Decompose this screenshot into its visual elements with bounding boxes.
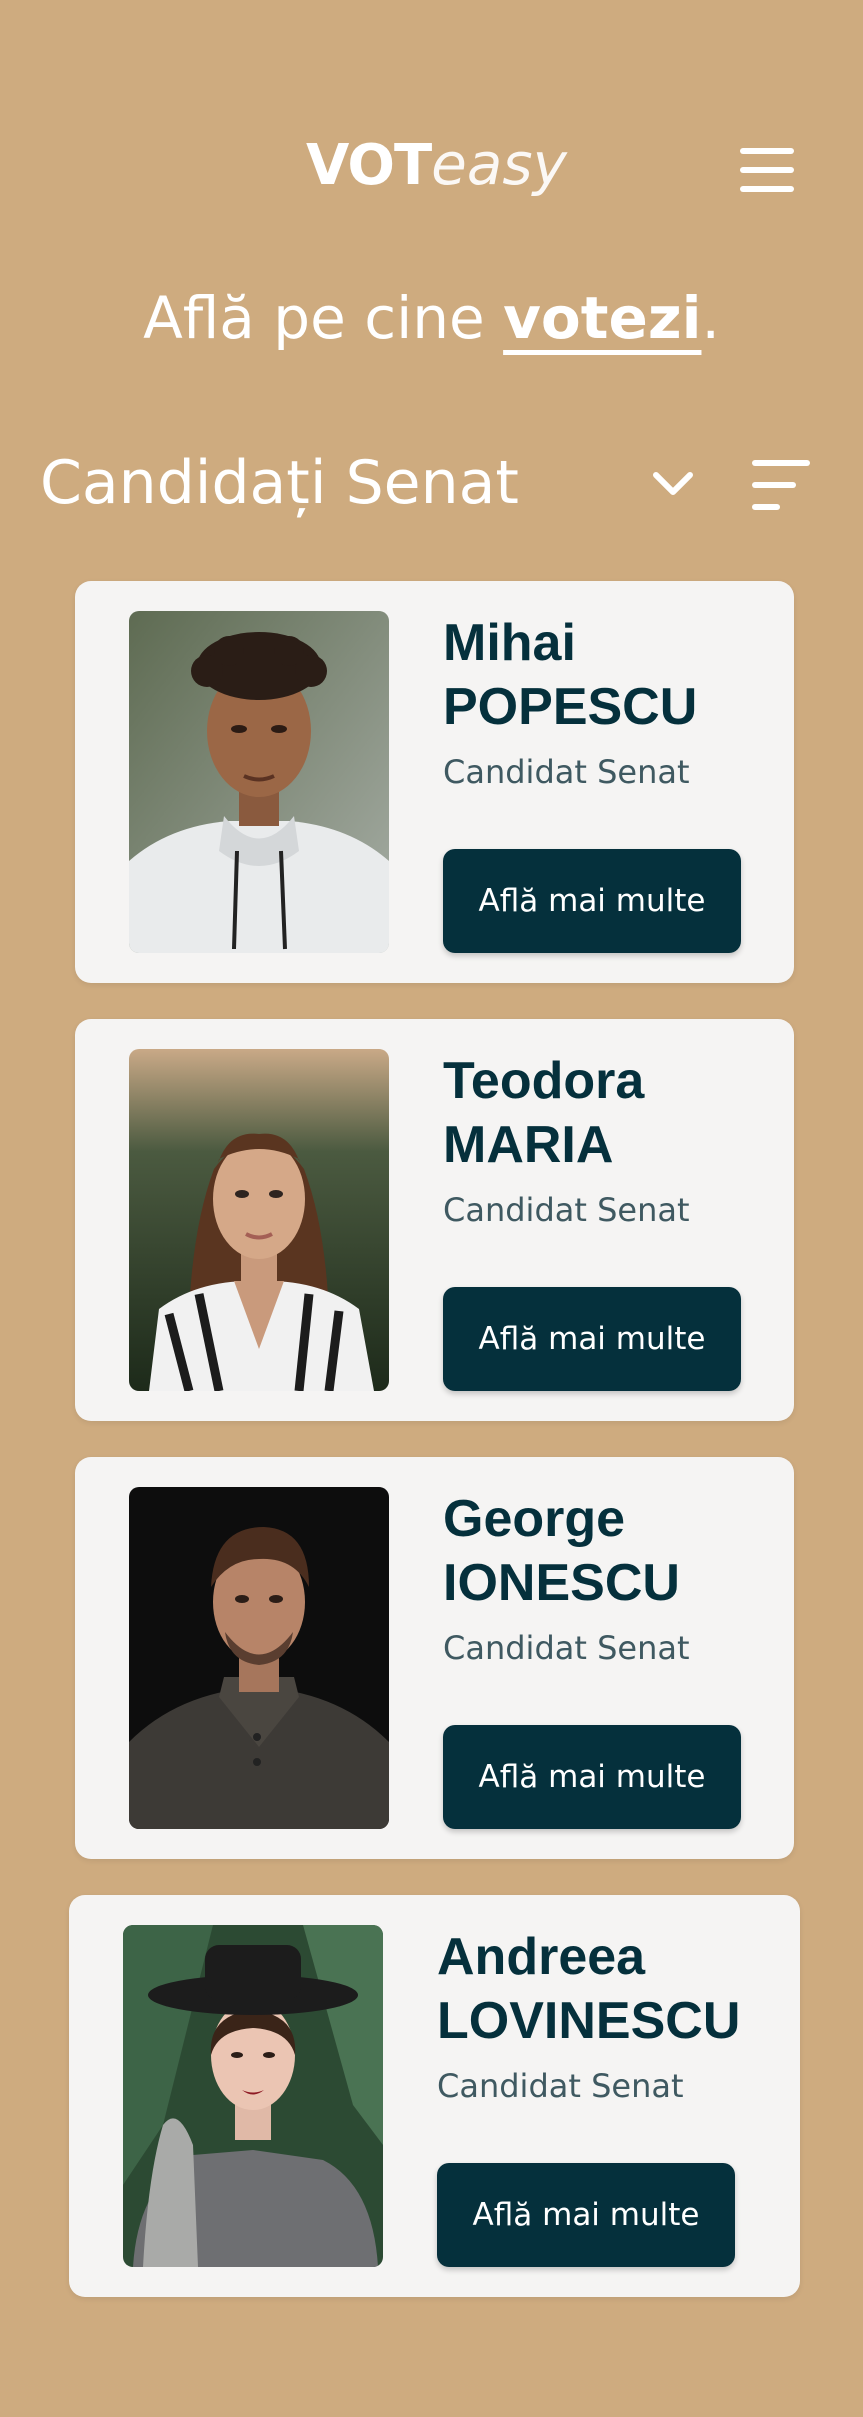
menu-line [740,167,794,173]
candidate-first-name: Teodora [443,1052,645,1110]
menu-line [740,186,794,192]
candidate-photo [123,1925,383,2267]
candidate-role: Candidat Senat [443,753,690,791]
filter-line [752,504,780,510]
candidate-last-name: POPESCU [443,678,698,736]
candidate-last-name: IONESCU [443,1554,680,1612]
candidate-photo [129,611,389,953]
section-title: Candidați Senat [40,448,519,518]
logo-light-text: easy [431,130,567,198]
candidate-role: Candidat Senat [443,1629,690,1667]
filter-line [752,460,810,466]
tagline-suffix: . [701,284,720,352]
section-header: Candidați Senat [40,440,820,530]
candidate-name: George IONESCU [443,1487,680,1615]
candidate-card: George IONESCU Candidat Senat Află mai m… [75,1457,794,1859]
candidate-first-name: George [443,1490,626,1548]
candidate-photo [129,1487,389,1829]
candidate-role: Candidat Senat [443,1191,690,1229]
candidate-photo [129,1049,389,1391]
filter-lines-icon[interactable] [752,460,810,510]
tagline: Află pe cine votezi. [0,284,863,352]
candidate-card: Andreea LOVINESCU Candidat Senat Află ma… [69,1895,800,2297]
candidate-last-name: MARIA [443,1116,614,1174]
candidate-name: Mihai POPESCU [443,611,697,739]
tagline-prefix: Află pe cine [143,284,504,352]
hamburger-menu-icon[interactable] [740,148,794,192]
menu-line [740,148,794,154]
candidate-card: Teodora MARIA Candidat Senat Află mai mu… [75,1019,794,1421]
logo-bold-text: VOT [306,133,432,198]
learn-more-button[interactable]: Află mai multe [443,1725,741,1829]
candidate-name: Andreea LOVINESCU [437,1925,740,2053]
learn-more-button[interactable]: Află mai multe [443,849,741,953]
candidate-first-name: Mihai [443,614,576,672]
filter-line [752,482,796,488]
candidate-name: Teodora MARIA [443,1049,644,1177]
candidate-last-name: LOVINESCU [437,1992,741,2050]
learn-more-button[interactable]: Află mai multe [443,1287,741,1391]
learn-more-button[interactable]: Află mai multe [437,2163,735,2267]
logo[interactable]: VOT easy [306,130,567,210]
candidate-role: Candidat Senat [437,2067,684,2105]
tagline-accent: votezi [503,284,702,352]
app-header: VOT easy [0,130,863,210]
candidate-first-name: Andreea [437,1928,646,1986]
candidate-card: Mihai POPESCU Candidat Senat Află mai mu… [75,581,794,983]
chevron-down-icon[interactable] [648,458,698,508]
